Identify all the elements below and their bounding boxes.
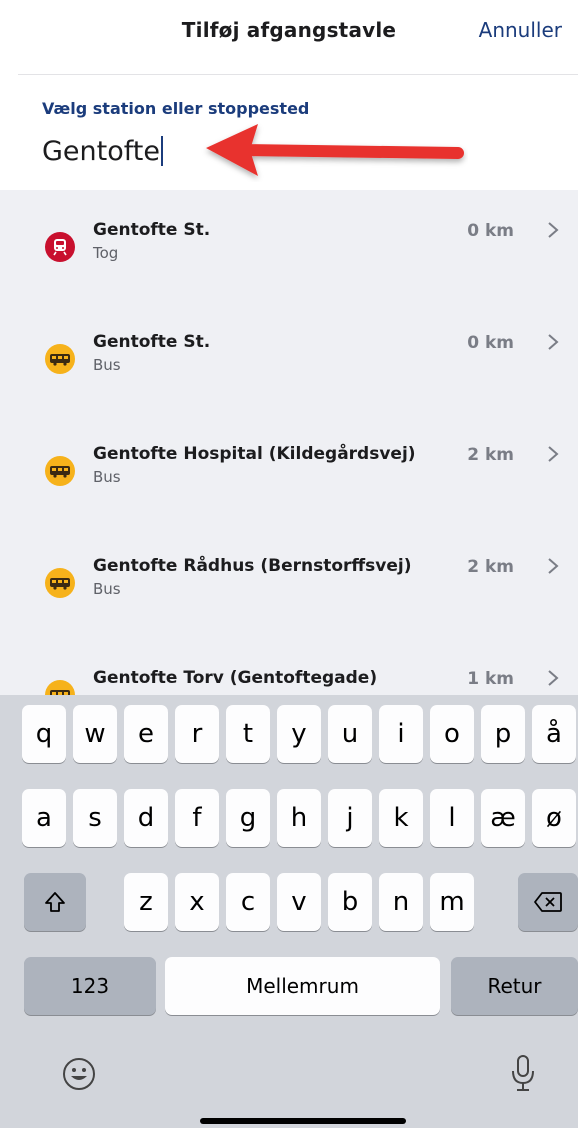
chevron-right-icon: [548, 334, 559, 350]
chevron-right-icon: [548, 222, 559, 238]
numbers-key[interactable]: 123: [24, 957, 156, 1015]
station-type: Bus: [93, 580, 121, 598]
station-name: Gentofte St.: [93, 220, 211, 240]
text-caret: [160, 136, 163, 166]
cancel-button[interactable]: Annuller: [479, 18, 562, 42]
onscreen-keyboard: q w e r t y u i o p å a s d f g h j k l …: [0, 695, 578, 1128]
station-name: Gentofte Hospital (Kildegårdsvej): [93, 444, 416, 464]
key-e[interactable]: e: [124, 705, 168, 763]
bus-icon: [45, 568, 75, 598]
key-i[interactable]: i: [379, 705, 423, 763]
backspace-icon: [534, 892, 562, 912]
annotation-arrow: [206, 124, 464, 176]
station-name: Gentofte Torv (Gentoftegade): [93, 668, 378, 688]
bus-icon: [45, 456, 75, 486]
key-d[interactable]: d: [124, 789, 168, 847]
key-p[interactable]: p: [481, 705, 525, 763]
key-m[interactable]: m: [430, 873, 474, 931]
station-distance: 2 km: [467, 445, 514, 465]
station-distance: 1 km: [467, 669, 514, 689]
key-n[interactable]: n: [379, 873, 423, 931]
key-ae[interactable]: æ: [481, 789, 525, 847]
key-c[interactable]: c: [226, 873, 270, 931]
station-type: Bus: [93, 468, 121, 486]
list-item[interactable]: Gentofte St. Tog 0 km: [0, 190, 578, 302]
key-x[interactable]: x: [175, 873, 219, 931]
train-icon: [45, 232, 75, 262]
list-item[interactable]: Gentofte Rådhus (Bernstorffsvej) Bus 2 k…: [0, 526, 578, 638]
key-a-ring[interactable]: å: [532, 705, 576, 763]
key-o[interactable]: o: [430, 705, 474, 763]
microphone-icon[interactable]: [509, 1053, 537, 1093]
station-type: Tog: [93, 244, 119, 262]
emoji-icon[interactable]: [62, 1057, 96, 1091]
nav-header: Tilføj afgangstavle Annuller: [0, 0, 578, 75]
space-key[interactable]: Mellemrum: [165, 957, 440, 1015]
list-item[interactable]: Gentofte Hospital (Kildegårdsvej) Bus 2 …: [0, 414, 578, 526]
key-v[interactable]: v: [277, 873, 321, 931]
key-s[interactable]: s: [73, 789, 117, 847]
backspace-key[interactable]: [518, 873, 578, 931]
key-w[interactable]: w: [73, 705, 117, 763]
key-h[interactable]: h: [277, 789, 321, 847]
key-o-slash[interactable]: ø: [532, 789, 576, 847]
key-t[interactable]: t: [226, 705, 270, 763]
key-k[interactable]: k: [379, 789, 423, 847]
search-input[interactable]: Gentofte: [42, 133, 163, 169]
chevron-right-icon: [548, 558, 559, 574]
key-y[interactable]: y: [277, 705, 321, 763]
key-u[interactable]: u: [328, 705, 372, 763]
chevron-right-icon: [548, 670, 559, 686]
key-j[interactable]: j: [328, 789, 372, 847]
key-l[interactable]: l: [430, 789, 474, 847]
shift-key[interactable]: [24, 873, 86, 931]
bus-icon: [45, 680, 75, 695]
key-g[interactable]: g: [226, 789, 270, 847]
station-name: Gentofte St.: [93, 332, 211, 352]
station-distance: 0 km: [467, 221, 514, 241]
return-key[interactable]: Retur: [451, 957, 578, 1015]
search-label: Vælg station eller stoppested: [42, 99, 310, 118]
station-distance: 0 km: [467, 333, 514, 353]
key-b[interactable]: b: [328, 873, 372, 931]
results-list: Gentofte St. Tog 0 km Gentofte St. Bus 0…: [0, 190, 578, 695]
key-f[interactable]: f: [175, 789, 219, 847]
key-a[interactable]: a: [22, 789, 66, 847]
home-indicator[interactable]: [200, 1118, 406, 1124]
header-divider: [18, 74, 578, 75]
station-type: Bus: [93, 356, 121, 374]
station-name: Gentofte Rådhus (Bernstorffsvej): [93, 556, 412, 576]
bus-icon: [45, 344, 75, 374]
key-r[interactable]: r: [175, 705, 219, 763]
key-q[interactable]: q: [22, 705, 66, 763]
list-item[interactable]: Gentofte St. Bus 0 km: [0, 302, 578, 414]
list-item[interactable]: Gentofte Torv (Gentoftegade) Bus 1 km: [0, 638, 578, 695]
shift-icon: [45, 892, 65, 912]
key-z[interactable]: z: [124, 873, 168, 931]
chevron-right-icon: [548, 446, 559, 462]
search-input-value: Gentofte: [42, 135, 160, 167]
station-distance: 2 km: [467, 557, 514, 577]
